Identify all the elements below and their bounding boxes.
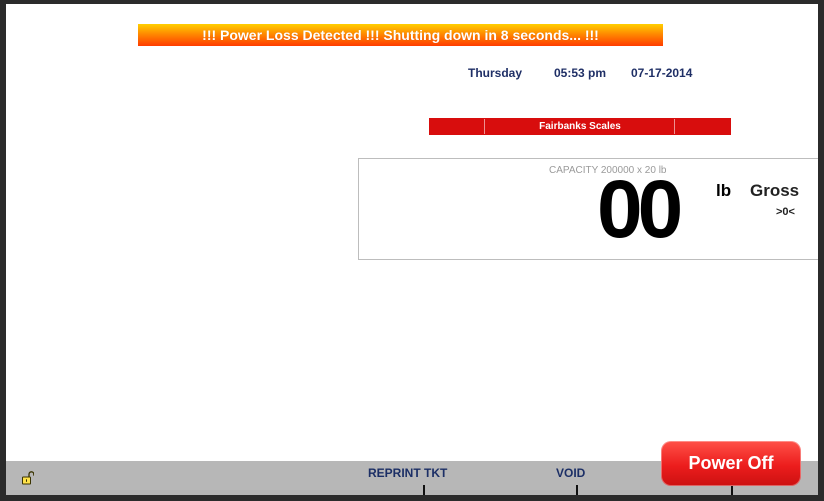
softkey-marker — [576, 485, 578, 495]
weight-display-panel: CAPACITY 200000 x 20 lb 00 lb Gross >0< — [358, 158, 818, 260]
power-off-button[interactable]: Power Off — [661, 441, 801, 486]
unlocked-padlock-icon[interactable] — [22, 471, 34, 485]
date-label: 07-17-2014 — [631, 66, 693, 80]
void-button[interactable]: VOID — [556, 466, 585, 480]
scale-name: Fairbanks Scales — [539, 121, 621, 132]
scale-title-bar: Fairbanks Scales — [429, 118, 731, 135]
time-label: 05:53 pm — [554, 66, 607, 80]
power-loss-alert-banner: !!! Power Loss Detected !!! Shutting dow… — [138, 24, 663, 46]
center-of-zero-indicator: >0< — [776, 206, 795, 218]
reprint-ticket-button[interactable]: REPRINT TKT — [368, 466, 447, 480]
weekday-label: Thursday — [468, 66, 523, 80]
scale-bar-divider — [484, 119, 485, 134]
unit-label: lb — [716, 181, 732, 200]
scale-bar-divider — [674, 119, 675, 134]
weight-readout: 00 — [597, 164, 683, 255]
weighing-mode-label: Gross — [750, 181, 800, 200]
scale-display-screen: !!! Power Loss Detected !!! Shutting dow… — [6, 4, 818, 495]
softkey-marker — [731, 485, 733, 495]
softkey-marker — [423, 485, 425, 495]
